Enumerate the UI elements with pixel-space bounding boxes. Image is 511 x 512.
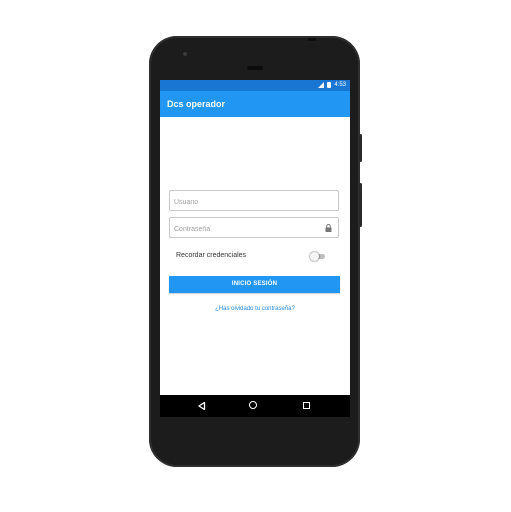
- status-time: 4:53: [334, 82, 346, 88]
- battery-icon: [327, 82, 332, 88]
- power-button: [359, 134, 362, 162]
- username-input[interactable]: [170, 193, 324, 212]
- login-button[interactable]: INICIO SESIÓN: [169, 276, 340, 293]
- lock-icon: [325, 224, 332, 232]
- app-screen: 4:53 Dcs operador Recordar credenciales …: [160, 80, 350, 395]
- username-field[interactable]: [169, 190, 339, 212]
- remember-toggle[interactable]: [310, 252, 326, 261]
- app-bar: Dcs operador: [160, 91, 350, 117]
- remember-label: Recordar credenciales: [176, 252, 247, 259]
- signal-icon: [318, 82, 325, 88]
- earpiece-speaker: [247, 66, 263, 70]
- volume-button: [359, 183, 362, 227]
- camera-sensor: [308, 38, 316, 41]
- front-camera: [183, 52, 187, 56]
- forgot-password-link[interactable]: ¿Has olvidado tu contraseña?: [160, 306, 350, 312]
- toggle-knob: [310, 252, 319, 261]
- recents-icon[interactable]: [303, 402, 310, 409]
- password-input[interactable]: [170, 220, 324, 239]
- status-bar: 4:53: [160, 80, 350, 91]
- app-title: Dcs operador: [167, 99, 226, 109]
- nav-bar: [160, 395, 350, 417]
- back-icon[interactable]: [198, 402, 206, 410]
- password-field[interactable]: [169, 217, 339, 239]
- home-icon[interactable]: [249, 401, 257, 409]
